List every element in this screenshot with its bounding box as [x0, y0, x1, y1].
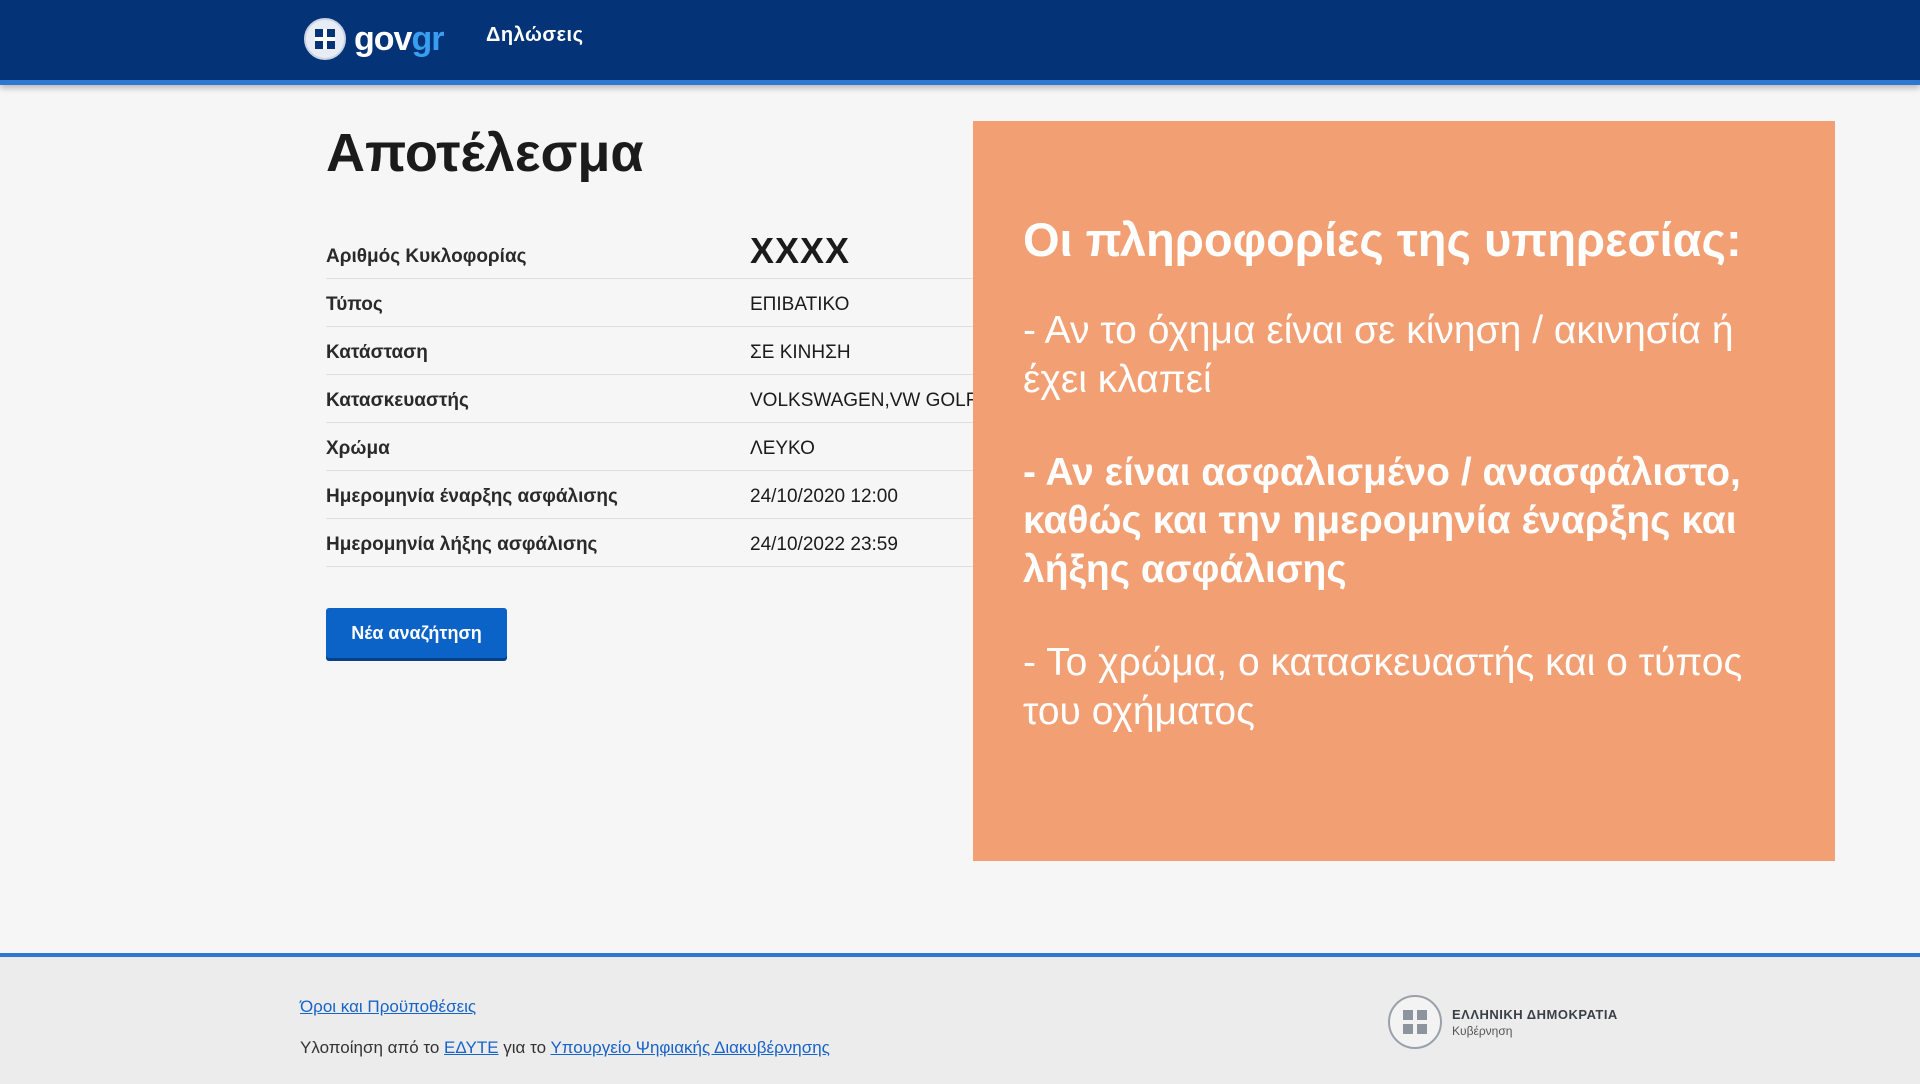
- row-value: 24/10/2022 23:59: [750, 534, 898, 555]
- implementation-credit: Υλοποίηση από το ΕΔΥΤΕ για το Υπουργείο …: [300, 1038, 830, 1058]
- hellenic-republic-logo: ΕΛΛΗΝΙΚΗ ΔΗΜΟΚΡΑΤΙΑ Κυβέρνηση: [1388, 995, 1618, 1049]
- edyte-link[interactable]: ΕΔΥΤΕ: [444, 1038, 499, 1057]
- info-overlay: Οι πληροφορίες της υπηρεσίας: - Αν το όχ…: [973, 121, 1835, 861]
- new-search-button[interactable]: Νέα αναζήτηση: [326, 608, 507, 658]
- row-label: Αριθμός Κυκλοφορίας: [326, 246, 527, 267]
- terms-link[interactable]: Όροι και Προϋποθέσεις: [300, 997, 476, 1017]
- logo-gov: gov: [354, 19, 412, 58]
- row-value: XXXX: [750, 230, 851, 271]
- hellenic-republic-emblem-icon: [1388, 995, 1442, 1049]
- row-label: Ημερομηνία έναρξης ασφάλισης: [326, 486, 618, 507]
- row-value: ΣΕ ΚΙΝΗΣΗ: [750, 342, 851, 363]
- row-value: ΛΕΥΚΟ: [750, 438, 815, 459]
- row-value: VOLKSWAGEN,VW GOLF: [750, 390, 978, 411]
- govgr-emblem-icon: [304, 18, 346, 60]
- gov-text: ΕΛΛΗΝΙΚΗ ΔΗΜΟΚΡΑΤΙΑ Κυβέρνηση: [1452, 1007, 1618, 1038]
- ministry-link[interactable]: Υπουργείο Ψηφιακής Διακυβέρνησης: [550, 1038, 829, 1057]
- overlay-point-insurance: - Αν είναι ασφαλισμένο / ανασφάλιστο, κα…: [1023, 450, 1741, 592]
- overlay-point-status: - Αν το όχημα είναι σε κίνηση / ακινησία…: [1023, 309, 1734, 401]
- row-label: Τύπος: [326, 294, 383, 315]
- row-label: Κατάσταση: [326, 342, 428, 363]
- impl-middle: για το: [503, 1038, 547, 1057]
- impl-prefix: Υλοποίηση από το: [300, 1038, 440, 1057]
- gov-name: ΕΛΛΗΝΙΚΗ ΔΗΜΟΚΡΑΤΙΑ: [1452, 1006, 1618, 1022]
- row-label: Κατασκευαστής: [326, 390, 469, 411]
- govgr-logo[interactable]: govgr: [304, 16, 444, 62]
- logo-text: govgr: [354, 19, 444, 59]
- logo-gr: gr: [411, 19, 444, 58]
- site-header: govgr Δηλώσεις: [0, 0, 1920, 85]
- row-label: Ημερομηνία λήξης ασφάλισης: [326, 534, 598, 555]
- site-footer: Όροι και Προϋποθέσεις Υλοποίηση από το Ε…: [0, 953, 1920, 1084]
- row-value: ΕΠΙΒΑΤΙΚΟ: [750, 294, 850, 315]
- nav-link-declarations[interactable]: Δηλώσεις: [486, 24, 584, 47]
- overlay-point-details: - Το χρώμα, ο κατασκευαστής και ο τύπος …: [1023, 640, 1743, 733]
- gov-sub: Κυβέρνηση: [1452, 1023, 1513, 1038]
- page-title: Αποτέλεσμα: [326, 123, 644, 183]
- row-label: Χρώμα: [326, 438, 390, 459]
- overlay-title: Οι πληροφορίες της υπηρεσίας:: [1023, 213, 1742, 266]
- row-value: 24/10/2020 12:00: [750, 486, 898, 507]
